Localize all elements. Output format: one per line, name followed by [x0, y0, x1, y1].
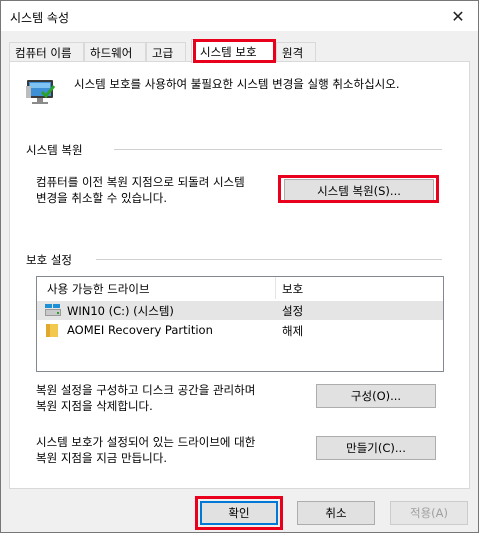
- drive-name: WIN10 (C:) (시스템): [67, 304, 174, 318]
- system-restore-button[interactable]: 시스템 복원(S)...: [284, 179, 434, 203]
- drive-row-recovery[interactable]: AOMEI Recovery Partition 해제: [37, 321, 443, 340]
- create-description-line2: 복원 지점을 지금 만듭니다.: [36, 451, 168, 465]
- tab-computer-name[interactable]: 컴퓨터 이름: [9, 42, 84, 62]
- create-description-line1: 시스템 보호가 설정되어 있는 드라이브에 대한: [36, 435, 256, 449]
- tab-remote[interactable]: 원격: [276, 42, 316, 62]
- intro-text: 시스템 보호를 사용하여 불필요한 시스템 변경을 실행 취소하십시오.: [74, 77, 400, 91]
- column-separator: [275, 277, 276, 299]
- folder-drive-icon: [46, 324, 58, 337]
- protection-section-divider: [96, 259, 442, 260]
- restore-section-divider: [114, 149, 442, 150]
- drive-list[interactable]: 사용 가능한 드라이브 보호 WIN10 (C:) (시스템) 설정 AOMEI…: [36, 276, 444, 372]
- system-drive-icon: [45, 304, 61, 316]
- system-protection-icon: [26, 80, 56, 104]
- tab-system-protection[interactable]: 시스템 보호: [191, 39, 276, 63]
- create-description: 시스템 보호가 설정되어 있는 드라이브에 대한 복원 지점을 지금 만듭니다.: [36, 434, 255, 466]
- ok-button[interactable]: 확인: [200, 501, 278, 525]
- cancel-button[interactable]: 취소: [297, 501, 375, 525]
- protection-section-title: 보호 설정: [26, 253, 72, 267]
- window-title: 시스템 속성: [10, 11, 70, 25]
- restore-description: 컴퓨터를 이전 복원 지점으로 되돌려 시스템 변경을 취소할 수 있습니다.: [36, 174, 245, 206]
- restore-description-line1: 컴퓨터를 이전 복원 지점으로 되돌려 시스템: [36, 175, 245, 189]
- close-icon: ✕: [451, 6, 465, 26]
- drive-status: 해제: [282, 324, 304, 338]
- column-available-drives[interactable]: 사용 가능한 드라이브: [47, 281, 150, 297]
- tab-hardware[interactable]: 하드웨어: [84, 42, 146, 62]
- configure-description-line2: 복원 지점을 삭제합니다.: [36, 399, 153, 413]
- column-protection[interactable]: 보호: [282, 281, 303, 297]
- create-button[interactable]: 만들기(C)...: [316, 436, 436, 460]
- apply-button[interactable]: 적용(A): [390, 501, 468, 525]
- configure-description: 복원 설정을 구성하고 디스크 공간을 관리하며 복원 지점을 삭제합니다.: [36, 382, 255, 414]
- configure-description-line1: 복원 설정을 구성하고 디스크 공간을 관리하며: [36, 383, 256, 397]
- drive-status: 설정: [282, 304, 304, 318]
- close-button[interactable]: ✕: [438, 1, 478, 31]
- drive-name: AOMEI Recovery Partition: [67, 323, 213, 337]
- restore-description-line2: 변경을 취소할 수 있습니다.: [36, 191, 168, 205]
- drive-row-c[interactable]: WIN10 (C:) (시스템) 설정: [37, 301, 443, 320]
- tab-advanced[interactable]: 고급: [146, 42, 186, 62]
- title-bar: 시스템 속성 ✕: [1, 1, 478, 31]
- tab-panel: 시스템 보호를 사용하여 불필요한 시스템 변경을 실행 취소하십시오. 시스템…: [9, 61, 470, 489]
- drive-list-header: 사용 가능한 드라이브 보호: [37, 277, 443, 299]
- restore-section-title: 시스템 복원: [26, 143, 83, 157]
- system-properties-window: 시스템 속성 ✕ 컴퓨터 이름 하드웨어 고급 시스템 보호 원격 시스템 보호…: [0, 0, 479, 533]
- configure-button[interactable]: 구성(O)...: [316, 384, 436, 408]
